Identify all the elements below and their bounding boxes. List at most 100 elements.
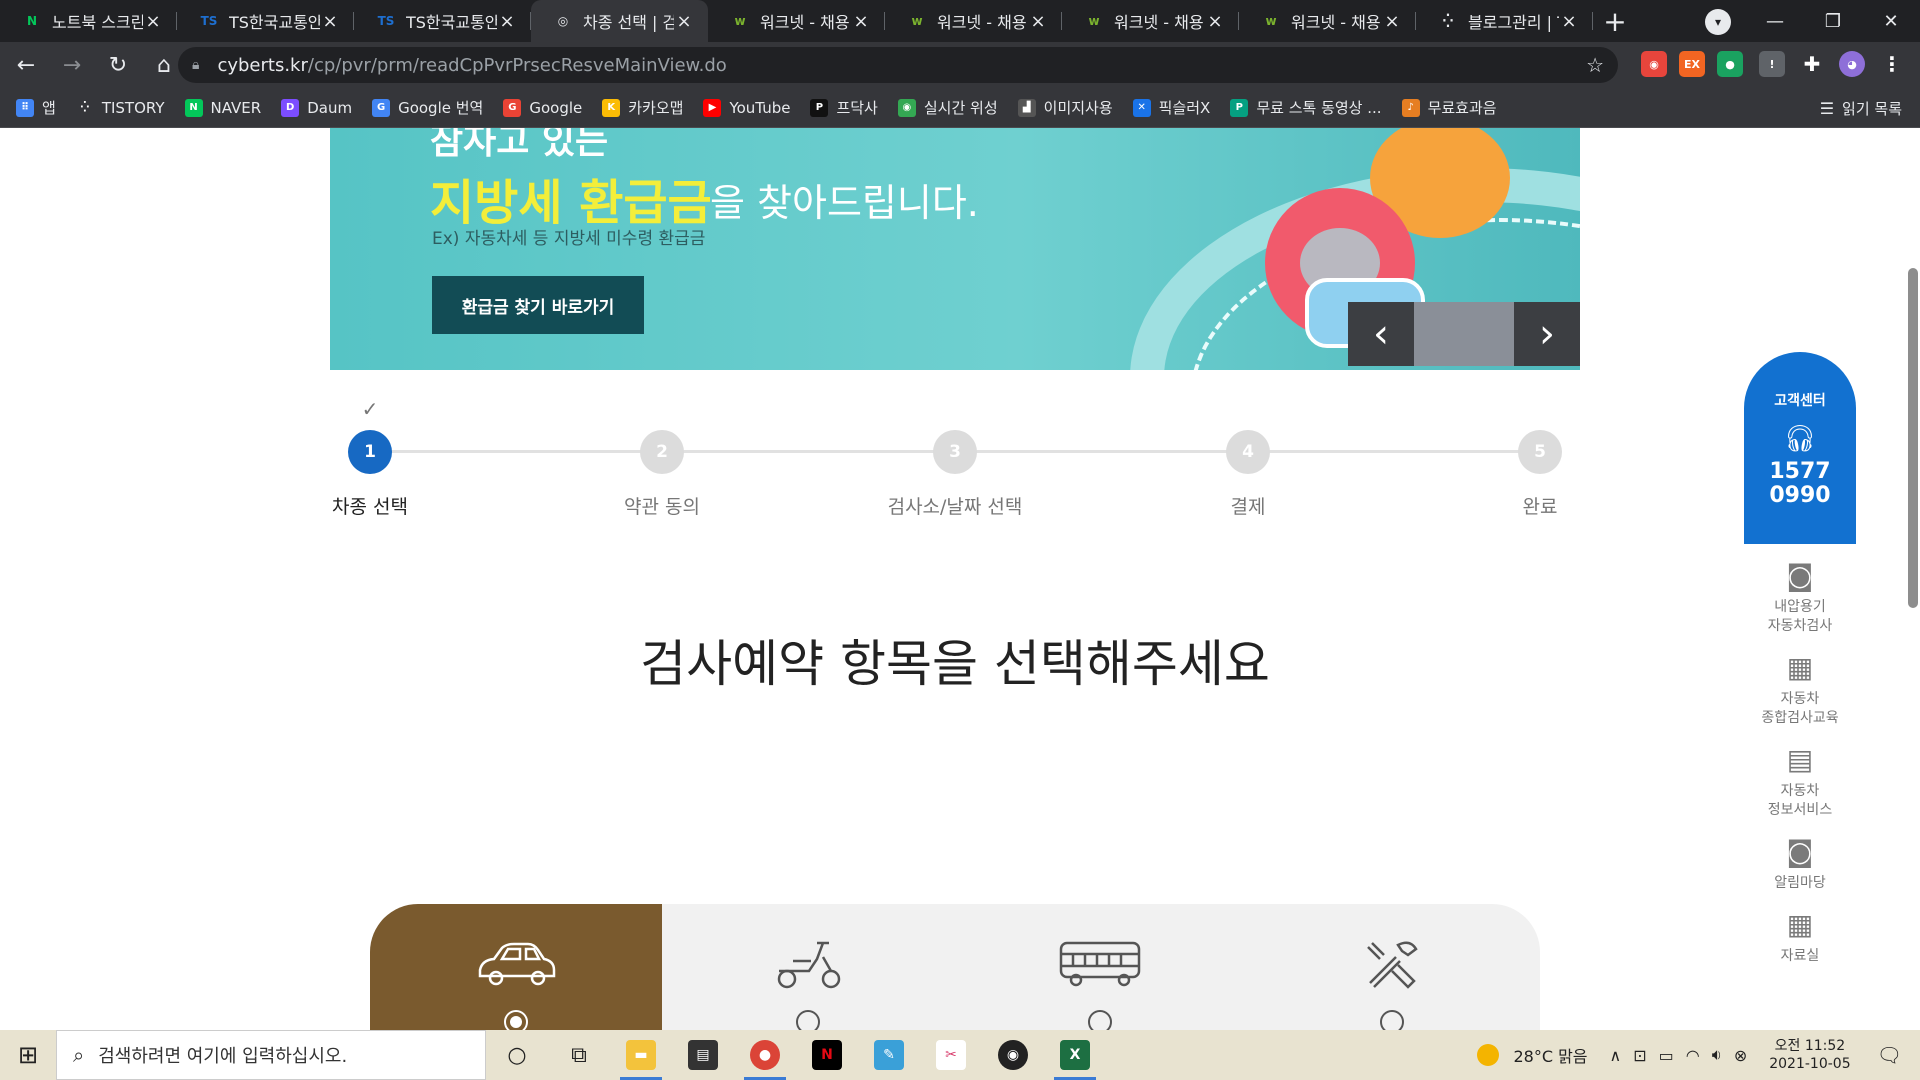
category-radio[interactable] bbox=[504, 1010, 528, 1030]
tab-close-icon[interactable]: × bbox=[1028, 11, 1048, 32]
tab-close-icon[interactable]: × bbox=[851, 11, 871, 32]
category-bus[interactable]: 대형버스 전담검사 bbox=[954, 904, 1246, 1030]
bookmark-item[interactable]: G Google bbox=[503, 98, 582, 117]
profile-avatar[interactable]: ◕ bbox=[1839, 51, 1865, 77]
bookmark-item[interactable]: D Daum bbox=[281, 98, 352, 117]
menu-kebab-icon[interactable]: ⋮ bbox=[1879, 51, 1905, 77]
tab-close-icon[interactable]: × bbox=[1205, 11, 1225, 32]
tab-close-icon[interactable]: × bbox=[1559, 11, 1579, 32]
ex-extension-icon[interactable]: EX bbox=[1679, 51, 1705, 77]
info-extension-icon[interactable]: ! bbox=[1759, 51, 1785, 77]
new-tab-button[interactable]: + bbox=[1593, 0, 1637, 42]
tab-4[interactable]: w 워크넷 - 채용 × bbox=[708, 0, 885, 42]
banner-top-text: 잠자고 있는 bbox=[430, 128, 609, 162]
bookmark-item[interactable]: ◉ 실시간 위성 bbox=[897, 97, 998, 118]
weather-text[interactable]: 28°C 맑음 bbox=[1513, 1043, 1587, 1067]
step-label: 약관 동의 bbox=[624, 496, 700, 518]
wifi-icon[interactable]: ◠ bbox=[1686, 1046, 1700, 1065]
tab-1[interactable]: TS TS한국교통안 × bbox=[177, 0, 354, 42]
flag-extension-icon[interactable]: ● bbox=[1717, 51, 1743, 77]
bookmark-item[interactable]: ▶ YouTube bbox=[703, 98, 790, 117]
bookmark-star-icon[interactable]: ☆ bbox=[1586, 53, 1604, 77]
tab-6[interactable]: w 워크넷 - 채용 × bbox=[1062, 0, 1239, 42]
tab-5[interactable]: w 워크넷 - 채용 × bbox=[885, 0, 1062, 42]
back-icon[interactable]: ← bbox=[6, 45, 46, 85]
camera-extension-icon[interactable]: ◉ bbox=[1641, 51, 1667, 77]
tab-close-icon[interactable]: × bbox=[143, 11, 163, 32]
minimize-icon[interactable]: — bbox=[1746, 0, 1804, 42]
category-radio[interactable] bbox=[1380, 1010, 1404, 1030]
reload-icon[interactable]: ↻ bbox=[98, 45, 138, 85]
tray-chevron-icon[interactable]: ∧ bbox=[1610, 1046, 1622, 1065]
tab-close-icon[interactable]: × bbox=[320, 11, 340, 32]
tab-close-icon[interactable]: × bbox=[674, 11, 694, 32]
extensions-puzzle-icon[interactable]: ✚ bbox=[1799, 51, 1825, 77]
bookmark-item[interactable]: N NAVER bbox=[184, 98, 261, 117]
excel-icon[interactable]: X bbox=[1044, 1030, 1106, 1080]
tab-close-icon[interactable]: × bbox=[1382, 11, 1402, 32]
bookmark-item[interactable]: ▟ 이미지사용 bbox=[1017, 97, 1113, 118]
weather-sun-icon[interactable] bbox=[1477, 1044, 1500, 1066]
davinci-icon[interactable]: ◉ bbox=[982, 1030, 1044, 1080]
address-bar[interactable]: 🔒︎ cyberts.kr /cp/pvr/prm/readCpPvrPrsec… bbox=[178, 47, 1618, 83]
tab-0[interactable]: N 노트북 스크린 × bbox=[0, 0, 177, 42]
ime-icon[interactable]: ⊗ bbox=[1734, 1046, 1747, 1065]
reading-list-button[interactable]: ☰ 읽기 목록 bbox=[1820, 88, 1902, 128]
tab-title: 워크넷 - 채용 bbox=[760, 13, 850, 32]
tab-search-icon[interactable]: ▾ bbox=[1705, 9, 1731, 35]
tab-title: TS한국교통안 bbox=[229, 13, 320, 32]
bookmark-item[interactable]: G Google 번역 bbox=[372, 97, 483, 118]
forward-icon[interactable]: → bbox=[52, 45, 92, 85]
step-label: 차종 선택 bbox=[332, 496, 408, 518]
tab-favicon-icon: w bbox=[734, 14, 746, 28]
archive-icon: ▦ bbox=[1786, 907, 1814, 941]
bookmark-item[interactable]: ♪ 무료효과음 bbox=[1401, 97, 1497, 118]
carousel-prev-icon[interactable]: ‹ bbox=[1348, 302, 1414, 366]
volume-icon[interactable]: 🔉︎ bbox=[1712, 1045, 1722, 1065]
rail-item-0[interactable]: ◙ 내압용기 자동차검사 bbox=[1744, 544, 1856, 636]
tab-7[interactable]: w 워크넷 - 채용 × bbox=[1239, 0, 1416, 42]
category-car[interactable]: 자동차 검사 bbox=[370, 904, 662, 1030]
step-5: 5 완료 bbox=[1460, 430, 1620, 519]
store-icon[interactable]: ▤ bbox=[672, 1030, 734, 1080]
tray-app-icon[interactable]: ⊡ bbox=[1633, 1046, 1646, 1065]
taskbar-search[interactable]: ⌕ 검색하려면 여기에 입력하십시오. bbox=[56, 1030, 486, 1080]
paint-icon[interactable]: ✎ bbox=[858, 1030, 920, 1080]
bookmark-item[interactable]: P 무료 스톡 동영상 ... bbox=[1230, 97, 1382, 118]
tab-3[interactable]: ◎ 차종 선택 | 검 × bbox=[531, 0, 708, 42]
customer-center-box[interactable]: 고객센터 🎧︎ 1577 0990 bbox=[1744, 352, 1856, 544]
bookmark-item[interactable]: ⠿ 앱 bbox=[16, 97, 56, 118]
close-window-icon[interactable]: ✕ bbox=[1862, 0, 1920, 42]
snip-icon[interactable]: ✂ bbox=[920, 1030, 982, 1080]
rail-item-2[interactable]: ▤ 자동차 정보서비스 bbox=[1744, 728, 1856, 820]
bookmark-item[interactable]: ⁛ TISTORY bbox=[75, 98, 165, 117]
rail-item-1[interactable]: ▦ 자동차 종합검사교육 bbox=[1744, 636, 1856, 728]
refund-cta-button[interactable]: 환급금 찾기 바로가기 bbox=[432, 276, 644, 334]
cortana-icon[interactable]: ○ bbox=[486, 1030, 548, 1080]
tab-favicon-icon: ◎ bbox=[557, 14, 569, 28]
battery-icon[interactable]: ▭ bbox=[1659, 1046, 1674, 1065]
category-tools[interactable]: 기타 검사 bbox=[1246, 904, 1538, 1030]
bookmark-item[interactable]: P 프닥사 bbox=[810, 97, 878, 118]
netflix-icon[interactable]: N bbox=[796, 1030, 858, 1080]
tab-8[interactable]: ⁛ 블로그관리 | T × bbox=[1416, 0, 1593, 42]
rail-item-4[interactable]: ▦ 자료실 bbox=[1744, 893, 1856, 966]
chrome-icon[interactable]: ● bbox=[734, 1030, 796, 1080]
restore-icon[interactable]: ❐ bbox=[1804, 0, 1862, 42]
windows-start-icon[interactable]: ⊞ bbox=[0, 1030, 56, 1080]
carousel-next-icon[interactable]: › bbox=[1514, 302, 1580, 366]
category-radio[interactable] bbox=[1088, 1010, 1112, 1030]
category-radio[interactable] bbox=[796, 1010, 820, 1030]
category-scooter[interactable]: 이륜차 검사 bbox=[662, 904, 954, 1030]
tab-close-icon[interactable]: × bbox=[497, 11, 517, 32]
page-scrollbar[interactable] bbox=[1908, 268, 1918, 608]
bookmark-icon: D bbox=[281, 98, 300, 117]
clock[interactable]: 오전 11:52 2021-10-05 bbox=[1769, 1037, 1850, 1073]
bookmark-item[interactable]: ✕ 픽슬러X bbox=[1132, 97, 1210, 118]
notifications-icon[interactable]: 🗨︎ bbox=[1877, 1043, 1902, 1067]
tab-2[interactable]: TS TS한국교통안 × bbox=[354, 0, 531, 42]
file-explorer-icon[interactable]: ▬ bbox=[610, 1030, 672, 1080]
bookmark-item[interactable]: K 카카오맵 bbox=[602, 97, 683, 118]
task-view-icon[interactable]: ⧉ bbox=[548, 1030, 610, 1080]
rail-item-3[interactable]: ◙ 알림마당 bbox=[1744, 820, 1856, 893]
